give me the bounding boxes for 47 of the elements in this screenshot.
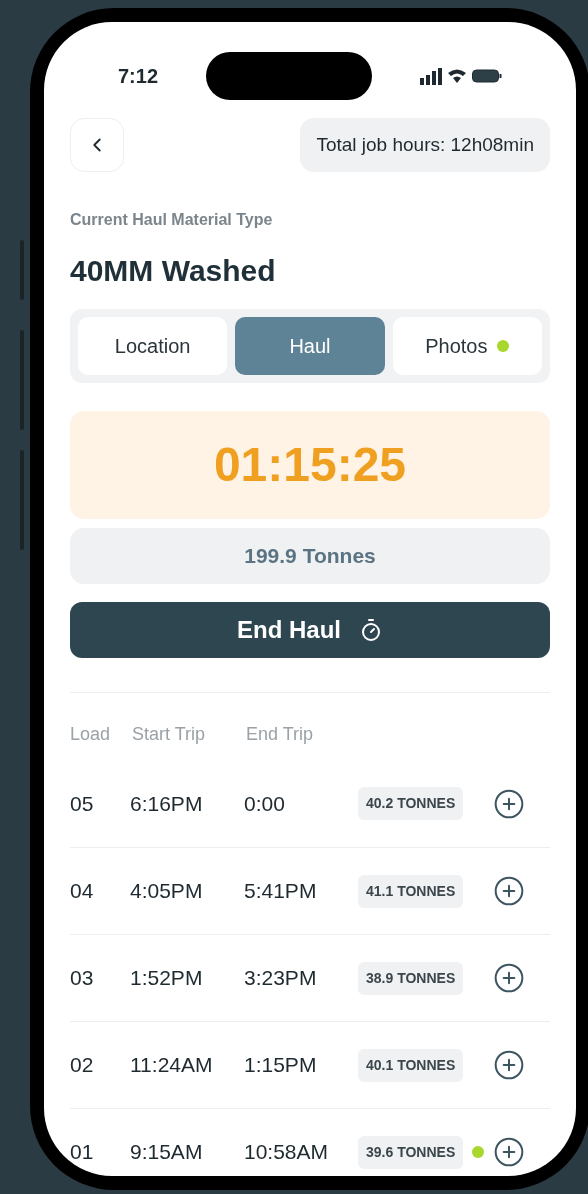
timer-text: 01:15:25 <box>213 437 407 493</box>
start-time: 4:05PM <box>130 878 204 905</box>
load-number: 02 <box>70 1052 95 1079</box>
start-time: 1:52PM <box>130 965 204 992</box>
end-time: 1:15PM <box>244 1052 318 1079</box>
start-time: 11:24AM <box>130 1052 214 1079</box>
wifi-icon <box>448 68 466 84</box>
add-button[interactable] <box>493 1136 526 1168</box>
end-time: 10:58AM <box>244 1139 330 1166</box>
end-time: 0:00 <box>244 790 286 817</box>
start-time: 6:16PM <box>130 790 204 817</box>
material-title: 40MM Washed <box>70 253 277 289</box>
total-hours-badge: Total job hours: 12h08min <box>300 118 550 172</box>
material-label: Current Haul Material Type <box>70 210 274 230</box>
start-time: 9:15AM <box>130 1139 204 1166</box>
load-number: 01 <box>70 1139 95 1166</box>
plus-circle-icon <box>493 1049 526 1081</box>
load-number: 05 <box>70 790 95 817</box>
plus-circle-icon <box>493 875 526 907</box>
column-header: Load <box>70 723 112 746</box>
tonnes-tag: 39.6 TONNES <box>358 1135 464 1169</box>
load-number: 04 <box>70 878 95 905</box>
tonnes-total: 199.9 Tonnes <box>70 528 550 584</box>
tab[interactable]: Photos <box>392 317 542 375</box>
plus-circle-icon <box>493 962 526 994</box>
column-header: End Trip <box>246 723 314 746</box>
stopwatch-icon <box>359 618 383 642</box>
column-header: Start Trip <box>132 723 207 746</box>
add-button[interactable] <box>493 1049 526 1081</box>
tonnes-tag: 38.9 TONNES <box>358 961 464 995</box>
tonnes-tag: 41.1 TONNES <box>358 874 464 908</box>
tab[interactable]: Location <box>78 317 228 375</box>
end-haul-button[interactable]: End Haul <box>70 602 550 658</box>
add-button[interactable] <box>493 875 526 907</box>
tab[interactable]: Haul <box>235 317 385 375</box>
add-button[interactable] <box>493 787 526 820</box>
plus-circle-icon <box>493 1136 526 1168</box>
battery-icon <box>472 69 502 83</box>
tonnes-tag: 40.1 TONNES <box>358 1048 464 1082</box>
status-time: 7:12 <box>118 64 159 89</box>
tonnes-tag: 40.2 TONNES <box>358 787 464 820</box>
end-time: 5:41PM <box>244 878 318 905</box>
add-button[interactable] <box>493 962 526 994</box>
signal-icon <box>420 67 442 85</box>
plus-circle-icon <box>493 787 526 820</box>
end-time: 3:23PM <box>244 965 318 992</box>
load-number: 03 <box>70 965 95 992</box>
